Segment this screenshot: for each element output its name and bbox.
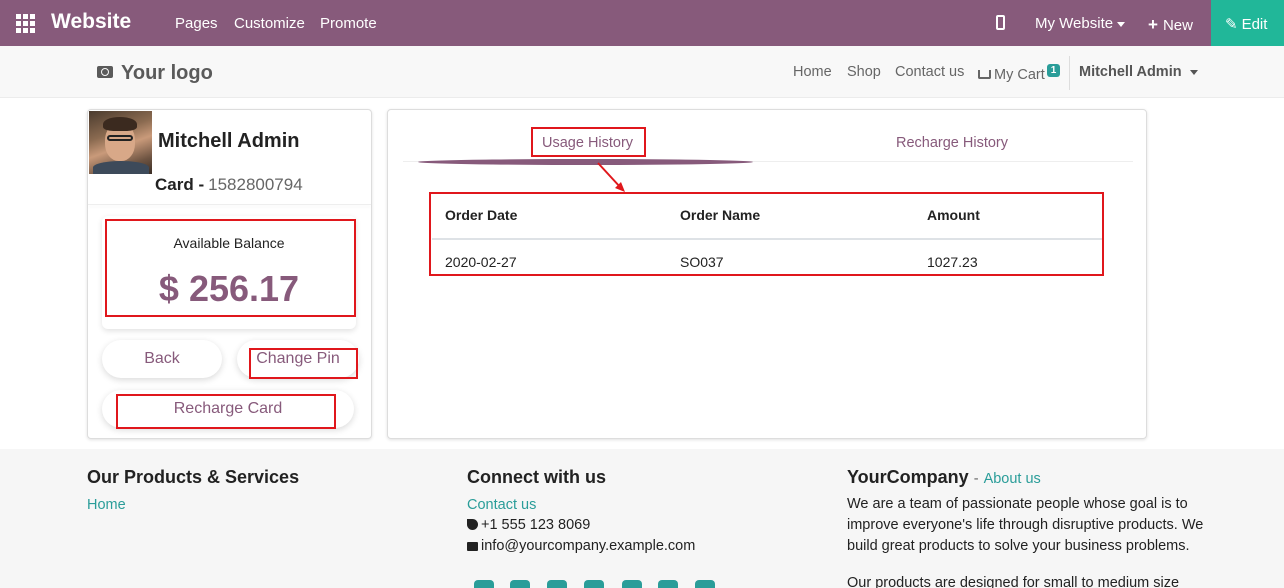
chevron-down-icon <box>1117 21 1126 27</box>
envelope-icon <box>467 542 478 551</box>
avatar <box>89 111 152 174</box>
card-number-line: Card -1582800794 <box>155 175 303 195</box>
phone-number: +1 555 123 8069 <box>481 517 591 533</box>
edit-label: Edit <box>1241 16 1268 33</box>
card-panel: Mitchell Admin Card -1582800794 Availabl… <box>87 109 372 439</box>
mobile-preview-icon[interactable] <box>996 15 1005 30</box>
my-website-dropdown[interactable]: My Website <box>1035 15 1126 32</box>
edit-button[interactable]: ✎ Edit <box>1211 0 1284 46</box>
github-icon[interactable] <box>658 580 678 588</box>
twitter-icon[interactable] <box>510 580 530 588</box>
nav-my-cart[interactable]: My Cart 1 <box>978 64 1061 83</box>
google-plus-icon[interactable] <box>622 580 642 588</box>
balance-value: $ 256.17 <box>158 268 300 309</box>
footer-company-title: YourCompany - About us <box>847 467 1041 488</box>
user-name: Mitchell Admin <box>1079 64 1182 80</box>
user-menu[interactable]: Mitchell Admin <box>1079 64 1198 80</box>
youtube-icon[interactable] <box>584 580 604 588</box>
card-label: Card - <box>155 175 205 194</box>
annotation-arrow <box>597 162 625 192</box>
camera-icon <box>97 66 113 78</box>
site-logo[interactable]: Your logo <box>97 62 213 85</box>
cart-label: My Cart <box>994 67 1045 83</box>
balance-label: Available Balance <box>173 235 285 251</box>
app-title[interactable]: Website <box>51 10 131 34</box>
footer-products-title: Our Products & Services <box>87 467 300 487</box>
nav-divider <box>1069 56 1070 90</box>
facebook-icon[interactable] <box>474 580 494 588</box>
footer-contact-link[interactable]: Contact us <box>467 497 536 513</box>
card-holder-name: Mitchell Admin <box>158 130 300 152</box>
new-label: New <box>1162 17 1193 34</box>
footer-connect-title: Connect with us <box>467 467 606 487</box>
back-button[interactable]: Back <box>102 340 222 378</box>
about-separator: - <box>973 471 979 487</box>
nav-contact-us[interactable]: Contact us <box>895 64 964 80</box>
cart-count-badge: 1 <box>1046 64 1061 77</box>
card-number: 1582800794 <box>208 175 303 194</box>
instagram-icon[interactable] <box>695 580 715 588</box>
about-us-link[interactable]: About us <box>984 471 1041 487</box>
balance-box: Available Balance $ 256.17 <box>102 216 356 329</box>
menu-pages[interactable]: Pages <box>175 15 218 32</box>
recharge-card-button[interactable]: Recharge Card <box>102 390 354 428</box>
site-navbar: Your logo Home Shop Contact us My Cart 1 … <box>0 46 1284 98</box>
about-text-line-4: Our products are designed for small to m… <box>847 575 1180 588</box>
email-address[interactable]: info@yourcompany.example.com <box>481 538 695 554</box>
about-text-line-3: build great products to solve your busin… <box>847 538 1190 554</box>
change-pin-button[interactable]: Change Pin <box>237 340 359 378</box>
chevron-down-icon <box>1189 69 1198 75</box>
website-admin-bar: Website Pages Customize Promote My Websi… <box>0 0 1284 46</box>
new-button[interactable]: + New <box>1148 15 1193 35</box>
company-name: YourCompany <box>847 467 969 487</box>
site-footer: Our Products & Services Home Connect wit… <box>0 449 1284 588</box>
plus-icon: + <box>1148 15 1158 34</box>
about-text-line-2: improve everyone's life through disrupti… <box>847 517 1204 533</box>
header-divider <box>88 204 371 205</box>
my-website-label: My Website <box>1035 15 1114 32</box>
nav-home[interactable]: Home <box>793 64 832 80</box>
footer-phone: +1 555 123 8069 <box>467 515 590 536</box>
cart-icon <box>978 70 991 79</box>
menu-promote[interactable]: Promote <box>320 15 377 32</box>
menu-customize[interactable]: Customize <box>234 15 305 32</box>
about-text-line-1: We are a team of passionate people whose… <box>847 496 1188 512</box>
logo-text: Your logo <box>121 62 213 84</box>
nav-shop[interactable]: Shop <box>847 64 881 80</box>
apps-grid-icon[interactable] <box>16 14 35 33</box>
pencil-icon: ✎ <box>1225 16 1238 33</box>
phone-icon <box>467 519 478 530</box>
history-panel: Usage History Recharge History Order Dat… <box>387 109 1147 439</box>
linkedin-icon[interactable] <box>547 580 567 588</box>
footer-email: info@yourcompany.example.com <box>467 536 695 557</box>
footer-home-link[interactable]: Home <box>87 497 126 513</box>
